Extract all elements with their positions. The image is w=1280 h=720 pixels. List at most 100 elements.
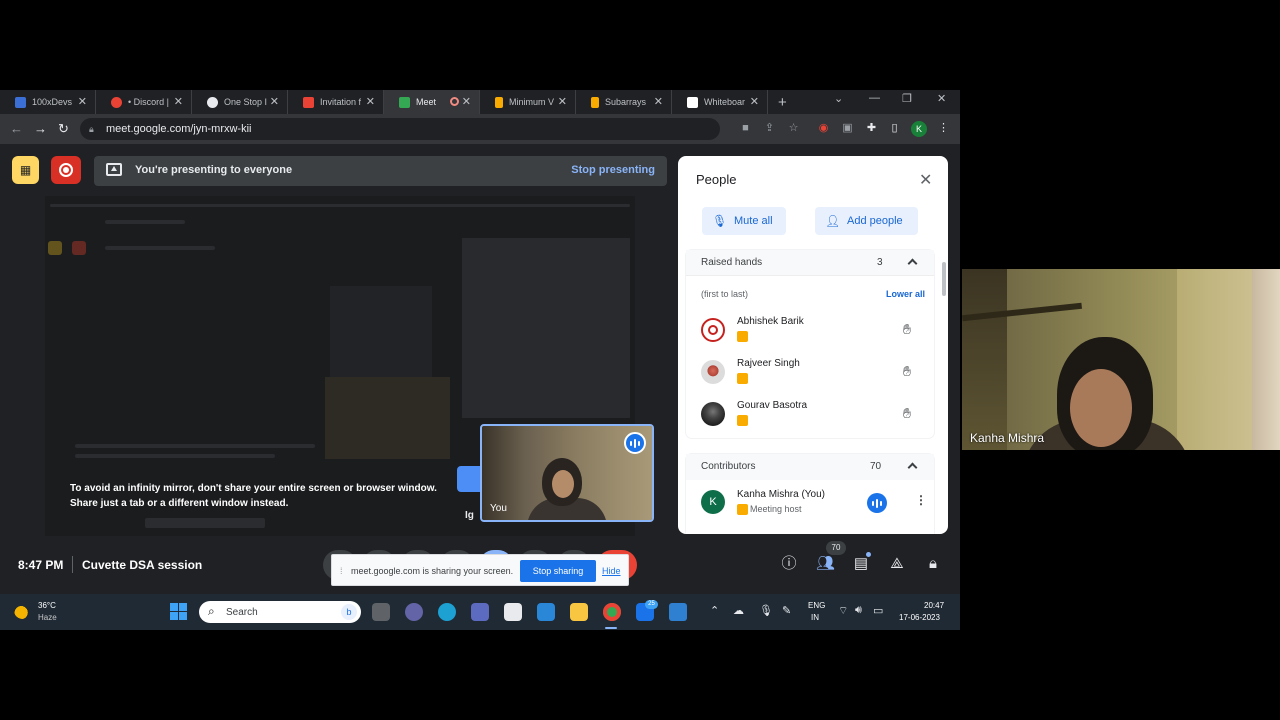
taskbar-search-input[interactable]: ⌕ Search b [199, 601, 361, 623]
self-view-tile[interactable]: You [480, 424, 654, 522]
wifi-icon[interactable]: ⌔ [838, 604, 848, 618]
minimize-button[interactable]: — [869, 92, 880, 104]
raised-hands-section: Raised hands 3 (first to last) Lower all… [686, 250, 934, 438]
recorder-extension-icon[interactable]: ◉ [817, 122, 830, 135]
ignore-button-fragment[interactable] [457, 466, 481, 492]
presenting-bar: You're presenting to everyone Stop prese… [94, 156, 667, 186]
file-explorer-icon[interactable] [570, 603, 588, 621]
list-item[interactable]: Abhishek Barik ✋︎ [686, 314, 934, 354]
tab-one-stop[interactable]: One Stop I ✕ [192, 90, 288, 114]
tab-minimum[interactable]: Minimum V ✕ [480, 90, 576, 114]
raised-hand-icon[interactable]: ✋︎ [903, 405, 911, 422]
close-icon[interactable]: ✕ [750, 95, 759, 108]
tab-search-chevron-icon[interactable]: ⌄ [834, 92, 843, 105]
back-icon[interactable]: ← [10, 121, 23, 136]
chevron-up-icon[interactable] [907, 258, 918, 269]
reload-icon[interactable]: ↻ [58, 121, 69, 137]
raised-hand-icon[interactable]: ✋︎ [903, 321, 911, 338]
chevron-up-icon[interactable]: ⌃ [710, 604, 719, 617]
raised-hands-count: 3 [877, 257, 883, 268]
tab-gmail-invitation[interactable]: Invitation f ✕ [288, 90, 384, 114]
hide-link[interactable]: Hide [602, 566, 621, 576]
ignore-link[interactable]: Ig [465, 510, 474, 521]
microphone-icon[interactable]: 🎙︎ [759, 604, 773, 617]
info-icon[interactable]: ⓘ [780, 555, 798, 573]
edge-icon[interactable] [438, 603, 456, 621]
restore-button[interactable]: ❐ [902, 92, 912, 105]
chevron-up-icon[interactable] [907, 462, 918, 473]
side-panel-icon[interactable]: ▯ [888, 122, 901, 135]
teams-chat-icon[interactable] [405, 603, 423, 621]
close-icon[interactable]: ✕ [174, 95, 183, 108]
vscode-icon[interactable] [669, 603, 687, 621]
close-icon[interactable]: ✕ [462, 95, 471, 108]
share-icon[interactable]: ⇪ [763, 122, 776, 135]
close-icon[interactable]: ✕ [654, 95, 663, 108]
raised-hand-icon[interactable]: ✋︎ [903, 363, 911, 380]
mute-all-button[interactable]: 🎙︎ Mute all [702, 207, 786, 235]
tab-whiteboard[interactable]: Whiteboar ✕ [672, 90, 768, 114]
forward-icon[interactable]: → [34, 121, 47, 136]
extension-icon[interactable]: ▣ [841, 122, 854, 135]
windows-start-icon[interactable] [170, 603, 187, 620]
chrome-icon[interactable] [603, 603, 621, 621]
address-bar[interactable]: 🔒︎ meet.google.com/jyn-mrxw-kii [80, 118, 720, 140]
window-close-button[interactable]: ✕ [937, 92, 946, 105]
task-view-icon[interactable] [372, 603, 390, 621]
host-controls-icon[interactable]: 🔒︎ [924, 555, 942, 573]
media-player-icon[interactable] [471, 603, 489, 621]
bing-icon[interactable]: b [341, 604, 357, 620]
list-item[interactable]: Rajveer Singh ✋︎ [686, 356, 934, 396]
camera-icon[interactable]: ■ [739, 122, 752, 135]
raised-hands-header[interactable]: Raised hands 3 [686, 250, 934, 276]
tab-subarrays[interactable]: Subarrays ✕ [576, 90, 672, 114]
app-icon[interactable] [537, 603, 555, 621]
list-item[interactable]: K Kanha Mishra (You) Meeting host ⋮ [686, 488, 934, 528]
avatar [701, 360, 725, 384]
scrollbar[interactable] [942, 262, 946, 296]
close-icon[interactable]: ✕ [78, 95, 87, 108]
close-icon[interactable]: ✕ [366, 95, 375, 108]
tab-label: Whiteboar [704, 97, 746, 107]
contributors-section: Contributors 70 K Kanha Mishra (You) Mee… [686, 454, 934, 534]
contributors-header[interactable]: Contributors 70 [686, 454, 934, 480]
volume-icon[interactable]: 🔊︎ [855, 604, 862, 617]
tab-discord[interactable]: • Discord | ✕ [96, 90, 192, 114]
contributors-count: 70 [870, 461, 882, 472]
list-item[interactable]: Gourav Basotra ✋︎ [686, 398, 934, 438]
menu-dots-icon[interactable]: ⋮ [937, 122, 950, 135]
stop-presenting-button[interactable]: Stop presenting [571, 164, 655, 176]
close-icon[interactable]: ✕ [558, 95, 567, 108]
weather-icon[interactable] [14, 603, 32, 619]
stop-sharing-button[interactable]: Stop sharing [520, 560, 596, 582]
tab-label: Meet [416, 97, 437, 107]
add-people-button[interactable]: 👤︎ Add people [815, 207, 918, 235]
tab-100xdevs[interactable]: 100xDevs ✕ [0, 90, 96, 114]
meeting-name: Cuvette DSA session [82, 558, 203, 572]
activities-icon[interactable]: ⟁ [888, 555, 906, 573]
pen-icon[interactable]: ✎ [782, 604, 791, 617]
store-icon[interactable] [504, 603, 522, 621]
chat-icon[interactable]: ▤ [852, 555, 870, 573]
language-indicator[interactable]: ENG [808, 601, 825, 610]
people-count-badge: 70 [826, 541, 846, 555]
more-options-icon[interactable]: ⋮ [915, 493, 927, 507]
clock-time[interactable]: 20:47 [924, 601, 944, 610]
close-icon[interactable]: ✕ [919, 170, 932, 190]
recording-button[interactable] [51, 156, 81, 184]
profile-avatar[interactable]: K [911, 121, 927, 137]
onedrive-icon[interactable]: ☁ [733, 604, 744, 617]
drag-handle-icon[interactable]: ⁞ [340, 566, 343, 576]
people-icon[interactable]: 👥︎ [816, 555, 835, 573]
meet-window: ▦ You're presenting to everyone Stop pre… [0, 144, 960, 594]
url-text: meet.google.com/jyn-mrxw-kii [106, 123, 252, 135]
puzzle-icon[interactable]: ✚ [865, 122, 878, 135]
close-icon[interactable]: ✕ [270, 95, 279, 108]
recording-icon [450, 97, 459, 106]
battery-icon[interactable]: ▭ [873, 604, 883, 617]
bookmark-star-icon[interactable]: ☆ [787, 122, 800, 135]
new-tab-button[interactable]: + [778, 94, 787, 111]
tab-meet[interactable]: Meet ✕ [384, 90, 480, 114]
screenshare-icon[interactable]: ▦ [12, 156, 39, 184]
lower-all-button[interactable]: Lower all [886, 289, 925, 299]
